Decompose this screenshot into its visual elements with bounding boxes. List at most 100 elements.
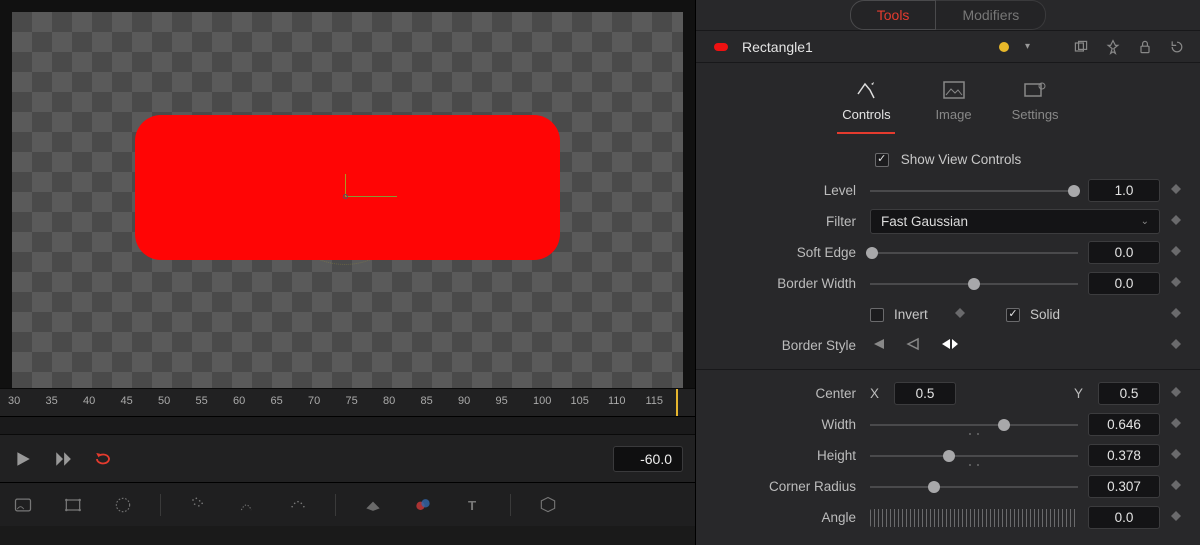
- border-style-label: Border Style: [712, 338, 860, 353]
- ruler-tick: 60: [233, 395, 245, 407]
- corner-radius-slider[interactable]: [870, 478, 1078, 496]
- tab-modifiers[interactable]: Modifiers: [936, 0, 1046, 30]
- ruler-tick: 55: [196, 395, 208, 407]
- level-slider[interactable]: [870, 182, 1078, 200]
- center-keyframe[interactable]: [1170, 386, 1184, 401]
- corner-radius-label: Corner Radius: [712, 479, 860, 494]
- inspector-tabs: Tools Modifiers: [696, 0, 1200, 31]
- ruler-tick: 115: [646, 395, 664, 407]
- current-frame-value[interactable]: -60.0: [613, 446, 683, 472]
- filter-keyframe[interactable]: [1170, 214, 1184, 229]
- border-width-value[interactable]: 0.0: [1088, 272, 1160, 295]
- corner-radius-value[interactable]: 0.307: [1088, 475, 1160, 498]
- subtab-image[interactable]: Image: [935, 79, 971, 134]
- playhead[interactable]: [676, 389, 678, 416]
- plane-tool-icon[interactable]: [360, 492, 386, 518]
- inspector-subtabs: Controls Image Settings: [696, 63, 1200, 140]
- node-name[interactable]: Rectangle1: [742, 39, 985, 55]
- ruler-tick: 70: [308, 395, 320, 407]
- node-header: Rectangle1 ▾: [696, 31, 1200, 63]
- invert-keyframe[interactable]: [954, 307, 968, 322]
- ruler-tick: 105: [571, 395, 589, 407]
- lock-icon[interactable]: [1136, 38, 1154, 56]
- timeline-ruler[interactable]: 3035404550556065707580859095100105110115: [0, 388, 695, 416]
- soft-edge-slider[interactable]: [870, 244, 1078, 262]
- viewer-pane: 3035404550556065707580859095100105110115…: [0, 0, 695, 545]
- invert-label: Invert: [894, 307, 944, 322]
- angle-label: Angle: [712, 510, 860, 525]
- width-slider[interactable]: [870, 416, 1078, 434]
- next-frame-button[interactable]: [52, 448, 74, 470]
- border-style-option-1[interactable]: [870, 335, 890, 356]
- ruler-tick: 50: [158, 395, 170, 407]
- transport-bar: -60.0: [0, 434, 695, 482]
- ruler-tick: 30: [8, 395, 20, 407]
- text-tool-icon[interactable]: T: [460, 492, 486, 518]
- play-button[interactable]: [12, 448, 34, 470]
- center-x-label: X: [870, 386, 884, 401]
- rectangle-tool-icon[interactable]: [60, 492, 86, 518]
- shapes-tool-icon[interactable]: [410, 492, 436, 518]
- soft-edge-keyframe[interactable]: [1170, 245, 1184, 260]
- pin-icon[interactable]: [1104, 38, 1122, 56]
- particles-tool-icon[interactable]: [185, 492, 211, 518]
- height-value[interactable]: 0.378: [1088, 444, 1160, 467]
- reset-icon[interactable]: [1168, 38, 1186, 56]
- invert-checkbox[interactable]: [870, 308, 884, 322]
- angle-keyframe[interactable]: [1170, 510, 1184, 525]
- ruler-tick: 40: [83, 395, 95, 407]
- center-y-label: Y: [1074, 386, 1088, 401]
- level-value[interactable]: 1.0: [1088, 179, 1160, 202]
- tab-tools[interactable]: Tools: [850, 0, 937, 30]
- height-label: Height: [712, 448, 860, 463]
- loop-button[interactable]: [92, 448, 114, 470]
- show-view-controls-checkbox[interactable]: [875, 153, 889, 167]
- subtab-image-label: Image: [935, 107, 971, 122]
- filter-dropdown[interactable]: Fast Gaussian ⌄: [870, 209, 1160, 234]
- color-tag[interactable]: [999, 42, 1009, 52]
- emitter-tool-icon[interactable]: [285, 492, 311, 518]
- center-y-value[interactable]: 0.5: [1098, 382, 1160, 405]
- background-tool-icon[interactable]: [10, 492, 36, 518]
- corner-radius-keyframe[interactable]: [1170, 479, 1184, 494]
- controls-panel: Show View Controls Level 1.0 Filter Fast…: [696, 140, 1200, 545]
- versions-icon[interactable]: [1072, 38, 1090, 56]
- ellipse-tool-icon[interactable]: [110, 492, 136, 518]
- solid-keyframe[interactable]: [1170, 307, 1184, 322]
- border-style-keyframe[interactable]: [1170, 338, 1184, 353]
- timeline-track[interactable]: [0, 416, 695, 434]
- border-width-keyframe[interactable]: [1170, 276, 1184, 291]
- subtab-settings[interactable]: Settings: [1012, 79, 1059, 134]
- ruler-tick: 110: [608, 395, 626, 407]
- center-label: Center: [712, 386, 860, 401]
- center-handle[interactable]: [335, 186, 359, 210]
- height-keyframe[interactable]: [1170, 448, 1184, 463]
- show-view-controls-label: Show View Controls: [901, 152, 1022, 167]
- border-width-slider[interactable]: [870, 275, 1078, 293]
- chevron-down-icon[interactable]: ▾: [1023, 41, 1032, 52]
- filter-value: Fast Gaussian: [881, 214, 968, 229]
- height-slider[interactable]: [870, 447, 1078, 465]
- tracker-tool-icon[interactable]: [235, 492, 261, 518]
- cube-tool-icon[interactable]: [535, 492, 561, 518]
- level-keyframe[interactable]: [1170, 183, 1184, 198]
- soft-edge-value[interactable]: 0.0: [1088, 241, 1160, 264]
- ruler-tick: 100: [533, 395, 551, 407]
- border-width-label: Border Width: [712, 276, 860, 291]
- border-style-option-2[interactable]: [904, 335, 924, 356]
- width-keyframe[interactable]: [1170, 417, 1184, 432]
- level-label: Level: [712, 183, 860, 198]
- soft-edge-label: Soft Edge: [712, 245, 860, 260]
- angle-value[interactable]: 0.0: [1088, 506, 1160, 529]
- enable-toggle[interactable]: [714, 43, 728, 51]
- subtab-settings-label: Settings: [1012, 107, 1059, 122]
- width-value[interactable]: 0.646: [1088, 413, 1160, 436]
- ruler-tick: 95: [496, 395, 508, 407]
- center-x-value[interactable]: 0.5: [894, 382, 956, 405]
- width-label: Width: [712, 417, 860, 432]
- border-style-option-3[interactable]: [938, 335, 962, 356]
- angle-wheel[interactable]: [870, 509, 1078, 527]
- subtab-controls[interactable]: Controls: [837, 79, 895, 134]
- viewer[interactable]: [0, 0, 695, 388]
- solid-checkbox[interactable]: [1006, 308, 1020, 322]
